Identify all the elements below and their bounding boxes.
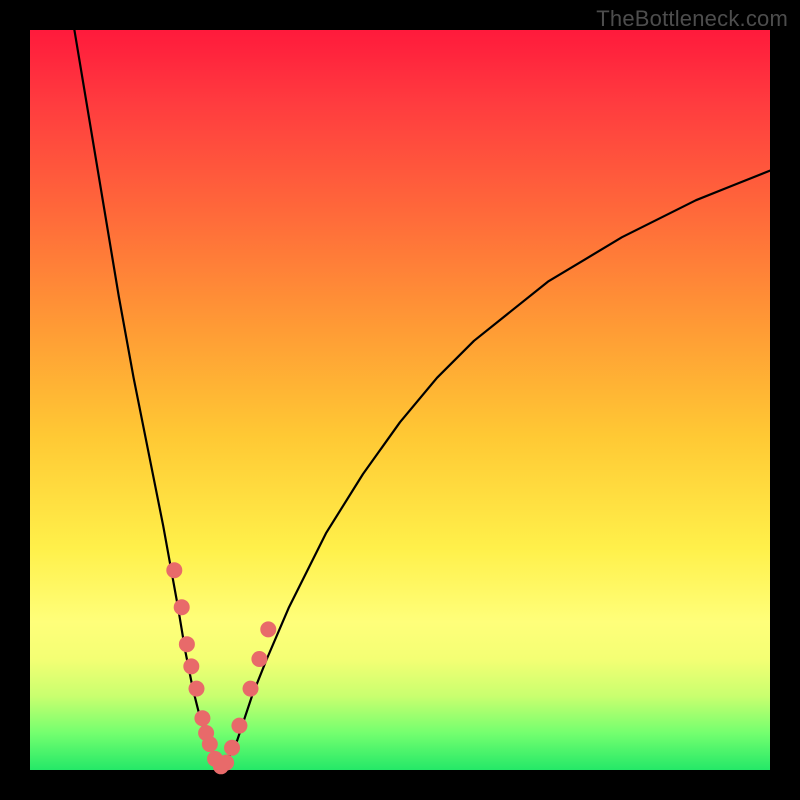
marker-point	[243, 681, 259, 697]
curve-left-branch	[74, 30, 222, 770]
chart-frame: TheBottleneck.com	[0, 0, 800, 800]
marker-point	[231, 718, 247, 734]
marker-point	[224, 740, 240, 756]
curve-svg	[30, 30, 770, 770]
marker-point	[218, 755, 234, 771]
marker-point	[260, 621, 276, 637]
curve-line	[74, 30, 770, 770]
marker-point	[202, 736, 218, 752]
curve-right-branch	[222, 171, 770, 770]
plot-area	[30, 30, 770, 770]
marker-point	[194, 710, 210, 726]
watermark-text: TheBottleneck.com	[596, 6, 788, 32]
marker-point	[179, 636, 195, 652]
marker-point	[183, 658, 199, 674]
marker-point	[166, 562, 182, 578]
marker-group	[166, 562, 276, 774]
marker-point	[251, 651, 267, 667]
marker-point	[189, 681, 205, 697]
marker-point	[174, 599, 190, 615]
